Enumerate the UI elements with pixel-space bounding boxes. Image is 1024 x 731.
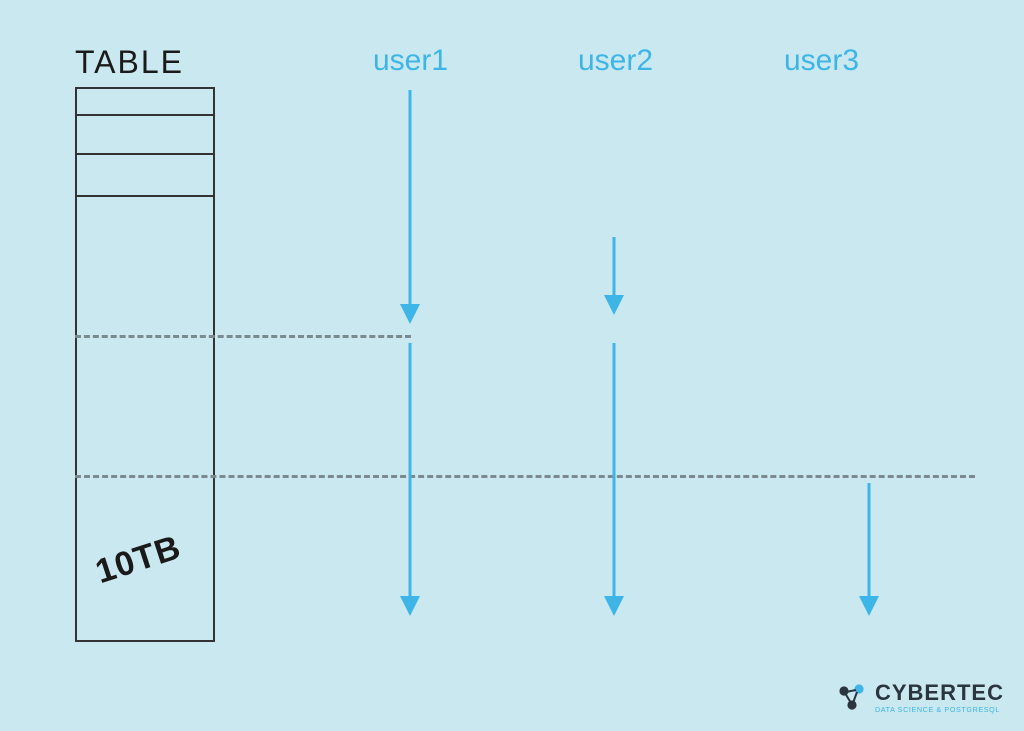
logo-mark-icon bbox=[837, 682, 867, 712]
user2-label: user2 bbox=[578, 44, 653, 78]
cybertec-logo: CYBERTEC DATA SCIENCE & POSTGRESQL bbox=[837, 682, 1004, 713]
user3-arrow-lower bbox=[869, 483, 870, 623]
snapshot-line-2 bbox=[75, 475, 975, 478]
table-row-divider bbox=[75, 114, 215, 116]
table-row-divider bbox=[75, 195, 215, 197]
user1-label: user1 bbox=[373, 44, 448, 78]
logo-sub-text: DATA SCIENCE & POSTGRESQL bbox=[875, 706, 1004, 713]
user2-arrow-upper bbox=[614, 237, 615, 327]
table-heading: TABLE bbox=[75, 44, 184, 81]
snapshot-line-1 bbox=[75, 335, 411, 338]
user1-arrow-lower bbox=[410, 343, 411, 623]
user2-arrow-lower bbox=[614, 343, 615, 623]
user3-label: user3 bbox=[784, 44, 859, 78]
logo-main-text: CYBERTEC bbox=[875, 682, 1004, 704]
user1-arrow-upper bbox=[410, 90, 411, 330]
table-row-divider bbox=[75, 153, 215, 155]
